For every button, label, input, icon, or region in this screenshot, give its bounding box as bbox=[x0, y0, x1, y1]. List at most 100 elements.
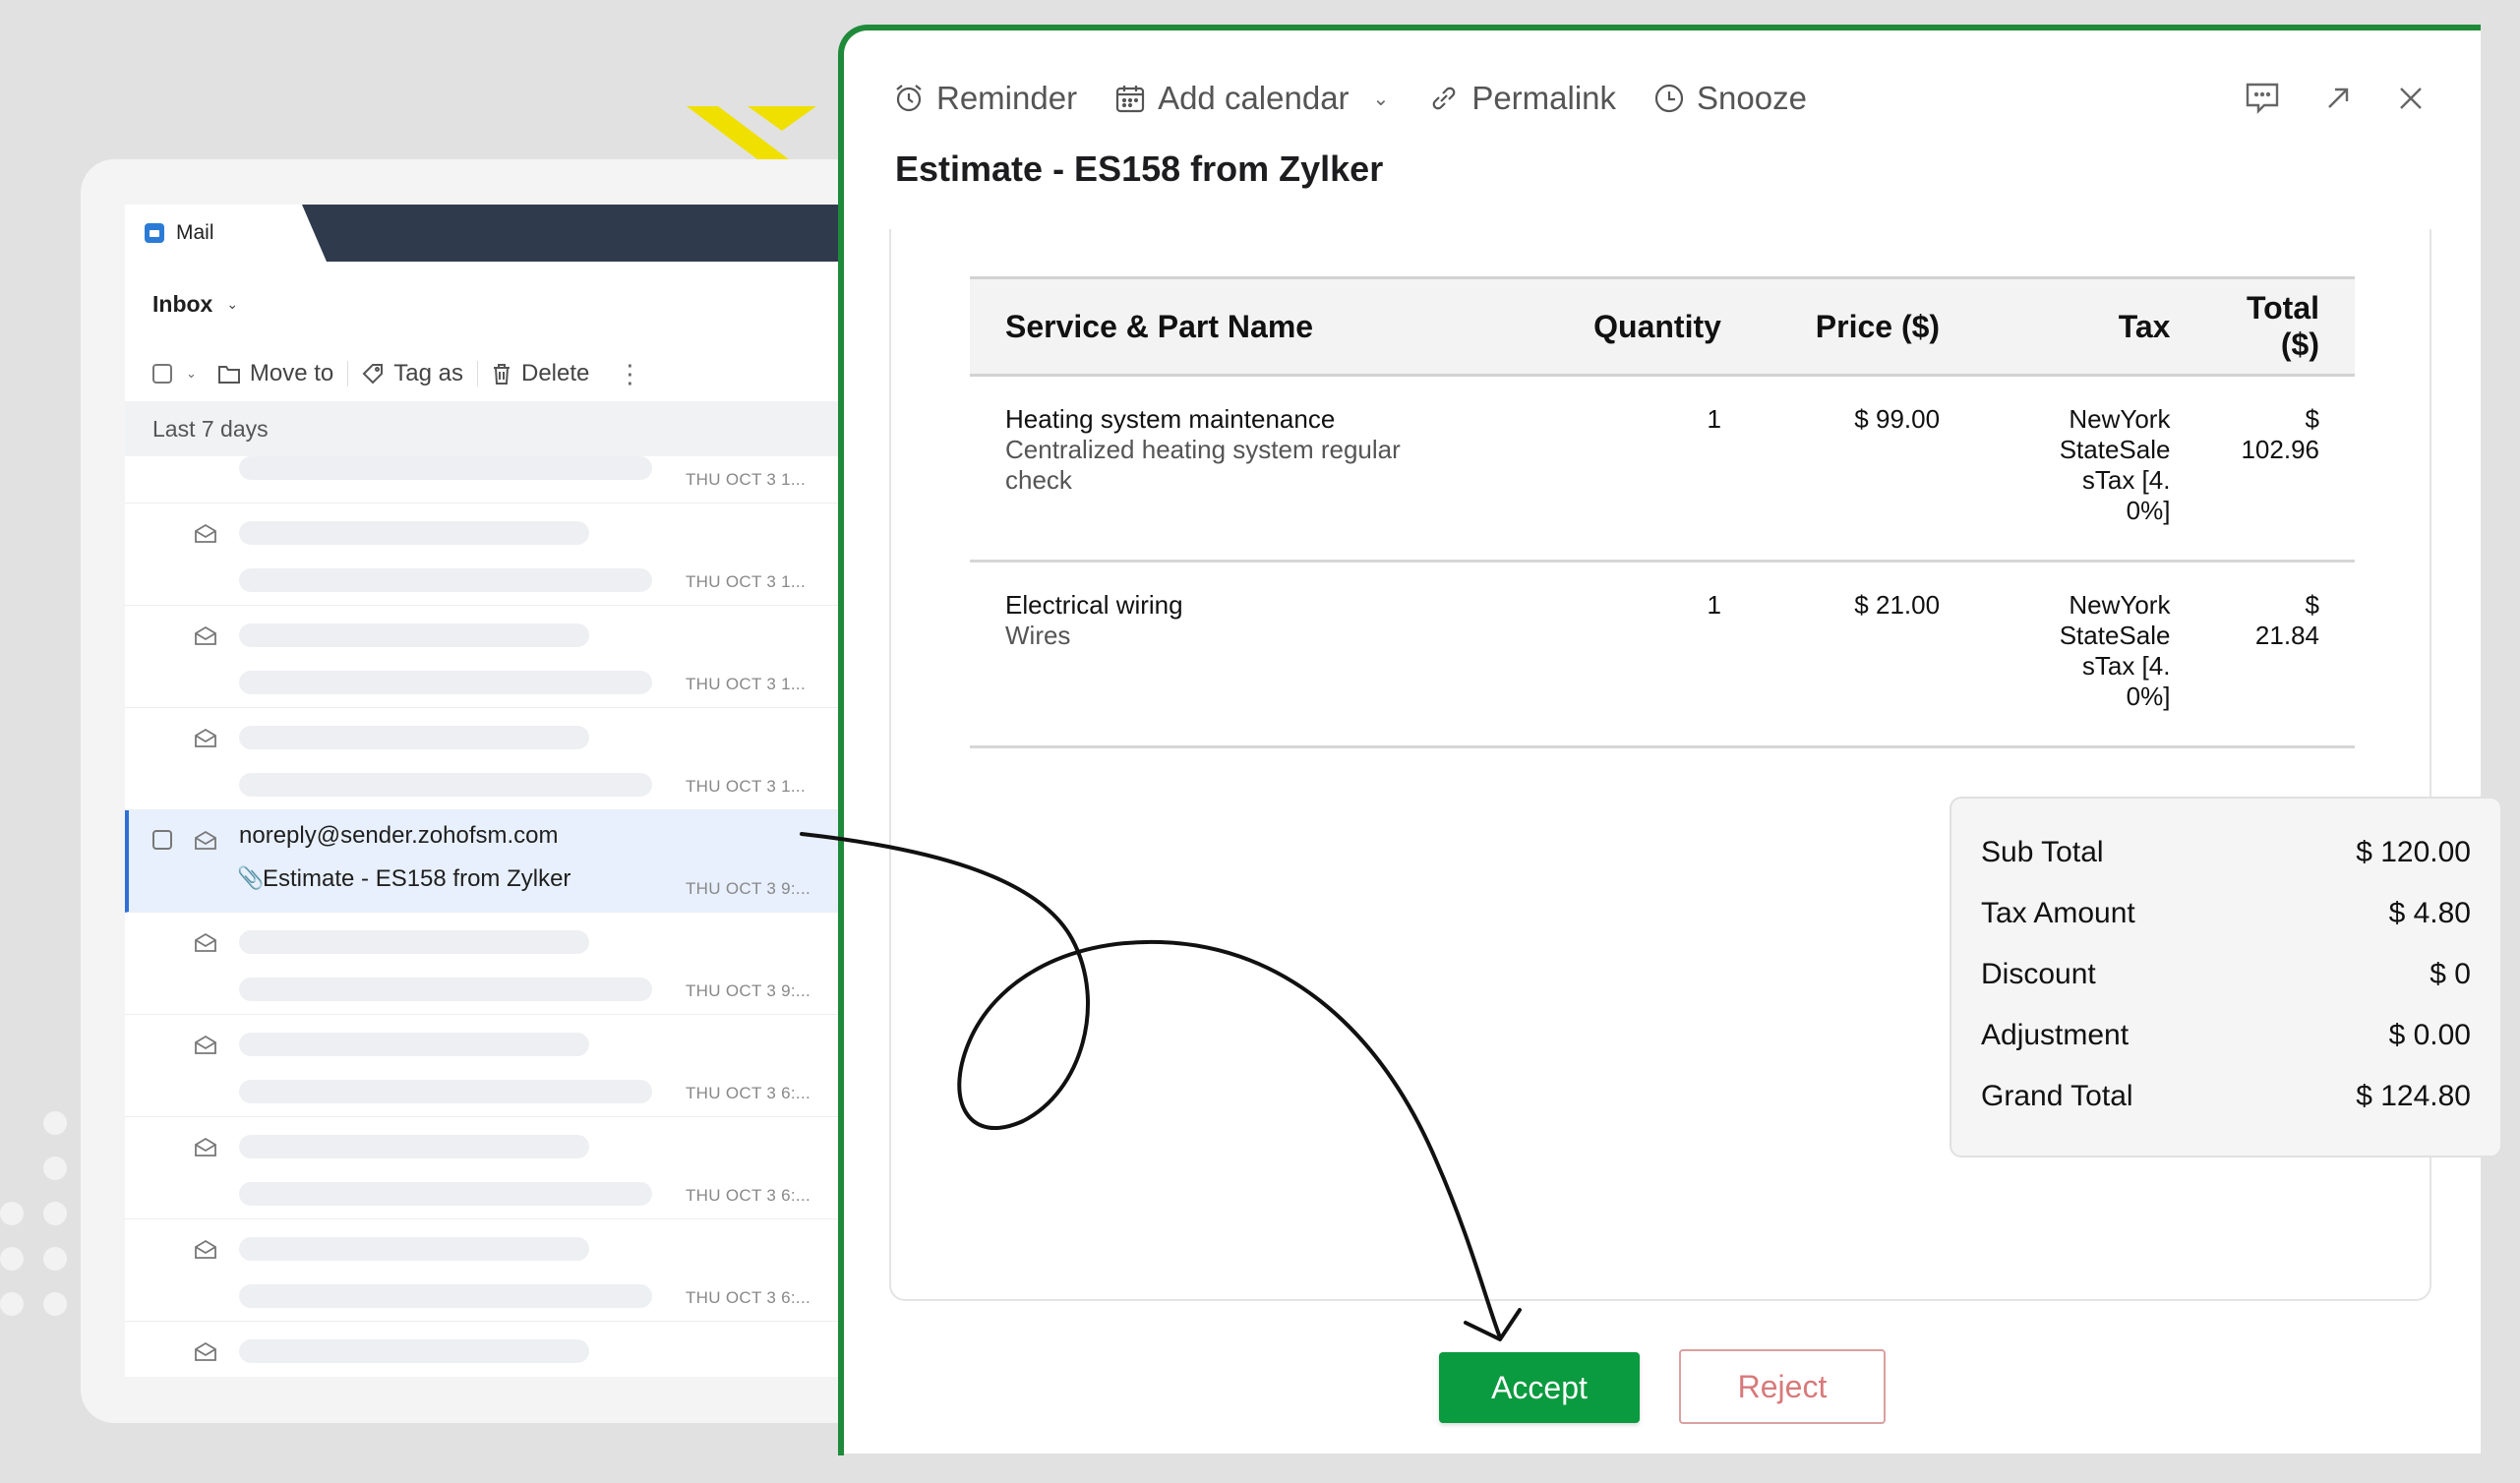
service-description: Centralized heating system regular check bbox=[1005, 435, 1401, 495]
col-header-total: Total ($) bbox=[2205, 276, 2355, 377]
delete-label: Delete bbox=[521, 360, 590, 386]
list-item[interactable]: THU OCT 3 1... bbox=[125, 401, 843, 504]
chevron-down-icon: ⌄ bbox=[226, 296, 239, 312]
tag-as-button[interactable]: Tag as bbox=[348, 360, 477, 387]
folder-selector[interactable]: Inbox ⌄ bbox=[152, 291, 238, 318]
calendar-icon bbox=[1115, 86, 1145, 113]
total-cell: $ 21.84 bbox=[2205, 561, 2355, 748]
add-calendar-button[interactable]: Add calendar bbox=[1114, 80, 1350, 117]
envelope-open-icon bbox=[195, 1035, 216, 1054]
list-item[interactable] bbox=[125, 1322, 843, 1377]
message-date: THU OCT 3 6:... bbox=[686, 1084, 810, 1102]
list-item-selected[interactable]: noreply@sender.zohofsm.com 📎 Estimate - … bbox=[125, 810, 843, 913]
tab-mail[interactable]: Mail bbox=[125, 205, 327, 262]
tag-as-label: Tag as bbox=[393, 360, 463, 386]
service-name: Electrical wiring bbox=[1005, 590, 1183, 620]
message-date: THU OCT 3 1... bbox=[686, 470, 806, 489]
list-item[interactable]: THU OCT 3 1... bbox=[125, 606, 843, 708]
summary-label: Grand Total bbox=[1981, 1080, 2133, 1112]
list-item[interactable]: THU OCT 3 9:... bbox=[125, 913, 843, 1015]
close-icon[interactable] bbox=[2396, 84, 2426, 113]
message-date: THU OCT 3 1... bbox=[686, 572, 806, 591]
modal-toolbar: Reminder Add calendar ⌄ Permalink Snooze bbox=[893, 80, 1844, 117]
select-all-checkbox[interactable] bbox=[152, 364, 172, 384]
comment-icon[interactable] bbox=[2245, 82, 2280, 115]
table-row: Heating system maintenance Centralized h… bbox=[970, 375, 2355, 563]
placeholder-bar bbox=[239, 1033, 589, 1056]
reject-button[interactable]: Reject bbox=[1679, 1349, 1886, 1424]
placeholder-bar bbox=[239, 521, 589, 545]
tax-value: NewYorkStateSalesTax [4.0%] bbox=[2059, 404, 2171, 525]
col-header-service: Service & Part Name bbox=[970, 276, 1524, 377]
placeholder-bar bbox=[239, 978, 652, 1001]
service-description: Wires bbox=[1005, 621, 1071, 650]
summary-value: $ 124.80 bbox=[2356, 1080, 2471, 1112]
move-to-label: Move to bbox=[249, 360, 334, 386]
delete-button[interactable]: Delete bbox=[478, 360, 603, 387]
clock-icon bbox=[1654, 84, 1684, 113]
quantity-cell: 1 bbox=[1523, 375, 1757, 563]
message-date: THU OCT 3 9:... bbox=[686, 879, 810, 898]
trash-icon bbox=[494, 364, 510, 385]
mail-action-bar: ⌄ Move to Tag as Delete ⋮ bbox=[152, 354, 656, 393]
accept-button[interactable]: Accept bbox=[1439, 1352, 1640, 1423]
placeholder-bar bbox=[239, 1135, 589, 1158]
more-vertical-icon[interactable]: ⋮ bbox=[603, 359, 656, 389]
service-cell: Electrical wiring Wires bbox=[970, 561, 1524, 748]
placeholder-bar bbox=[239, 1339, 589, 1363]
chevron-down-icon[interactable]: ⌄ bbox=[1373, 87, 1390, 111]
placeholder-bar bbox=[239, 1237, 589, 1261]
row-checkbox[interactable] bbox=[152, 830, 172, 850]
chevron-down-icon[interactable]: ⌄ bbox=[186, 366, 197, 382]
add-calendar-label: Add calendar bbox=[1158, 80, 1350, 116]
envelope-open-icon bbox=[195, 625, 216, 645]
summary-label: Discount bbox=[1981, 958, 2096, 990]
reminder-button[interactable]: Reminder bbox=[893, 80, 1077, 117]
summary-value: $ 4.80 bbox=[2388, 897, 2471, 929]
envelope-open-icon bbox=[195, 830, 216, 850]
message-date: THU OCT 3 6:... bbox=[686, 1288, 810, 1307]
col-header-quantity: Quantity bbox=[1523, 276, 1757, 377]
snooze-label: Snooze bbox=[1697, 80, 1807, 116]
summary-label: Sub Total bbox=[1981, 836, 2104, 868]
envelope-open-icon bbox=[195, 728, 216, 747]
expand-icon[interactable] bbox=[2323, 84, 2353, 113]
link-icon bbox=[1432, 87, 1456, 110]
permalink-label: Permalink bbox=[1471, 80, 1617, 116]
col-header-tax: Tax bbox=[1975, 276, 2206, 377]
list-item[interactable]: THU OCT 3 6:... bbox=[125, 1219, 843, 1322]
message-date: THU OCT 3 6:... bbox=[686, 1186, 810, 1205]
list-item[interactable]: THU OCT 3 6:... bbox=[125, 1015, 843, 1117]
placeholder-bar bbox=[239, 568, 652, 592]
summary-label: Tax Amount bbox=[1981, 897, 2135, 929]
summary-row-adjustment: Adjustment $ 0.00 bbox=[1981, 1019, 2471, 1080]
list-item[interactable]: THU OCT 3 1... bbox=[125, 504, 843, 606]
placeholder-bar bbox=[239, 1182, 652, 1206]
quantity-cell: 1 bbox=[1523, 561, 1757, 748]
mail-window: Mail Inbox ⌄ ⌄ Move to Tag as Delete ⋮ L… bbox=[125, 205, 843, 1377]
envelope-open-icon bbox=[195, 1137, 216, 1157]
snooze-button[interactable]: Snooze bbox=[1653, 80, 1807, 117]
list-item[interactable]: THU OCT 3 1... bbox=[125, 708, 843, 810]
modal-window-controls bbox=[2245, 82, 2426, 115]
placeholder-bar bbox=[239, 1284, 652, 1308]
tax-cell: NewYorkStateSalesTax [4.0%] bbox=[1975, 375, 2206, 563]
message-sender: noreply@sender.zohofsm.com bbox=[239, 822, 559, 849]
list-item[interactable]: THU OCT 3 6:... bbox=[125, 1117, 843, 1219]
service-cell: Heating system maintenance Centralized h… bbox=[970, 375, 1524, 563]
alarm-clock-icon bbox=[896, 85, 922, 112]
modal-border-edge bbox=[838, 1446, 844, 1455]
permalink-button[interactable]: Permalink bbox=[1428, 80, 1616, 117]
envelope-open-icon bbox=[195, 932, 216, 952]
summary-value: $ 0.00 bbox=[2388, 1019, 2471, 1051]
total-cell: $ 102.96 bbox=[2205, 375, 2355, 563]
tax-value: NewYorkStateSalesTax [4.0%] bbox=[2059, 590, 2171, 711]
table-header-row: Service & Part Name Quantity Price ($) T… bbox=[970, 276, 2355, 377]
placeholder-bar bbox=[239, 773, 652, 797]
summary-row-tax: Tax Amount $ 4.80 bbox=[1981, 897, 2471, 958]
move-to-button[interactable]: Move to bbox=[205, 360, 347, 387]
placeholder-bar bbox=[239, 671, 652, 694]
summary-row-discount: Discount $ 0 bbox=[1981, 958, 2471, 1019]
tab-mail-label: Mail bbox=[176, 221, 214, 244]
table-row: Electrical wiring Wires 1 $ 21.00 NewYor… bbox=[970, 561, 2355, 748]
